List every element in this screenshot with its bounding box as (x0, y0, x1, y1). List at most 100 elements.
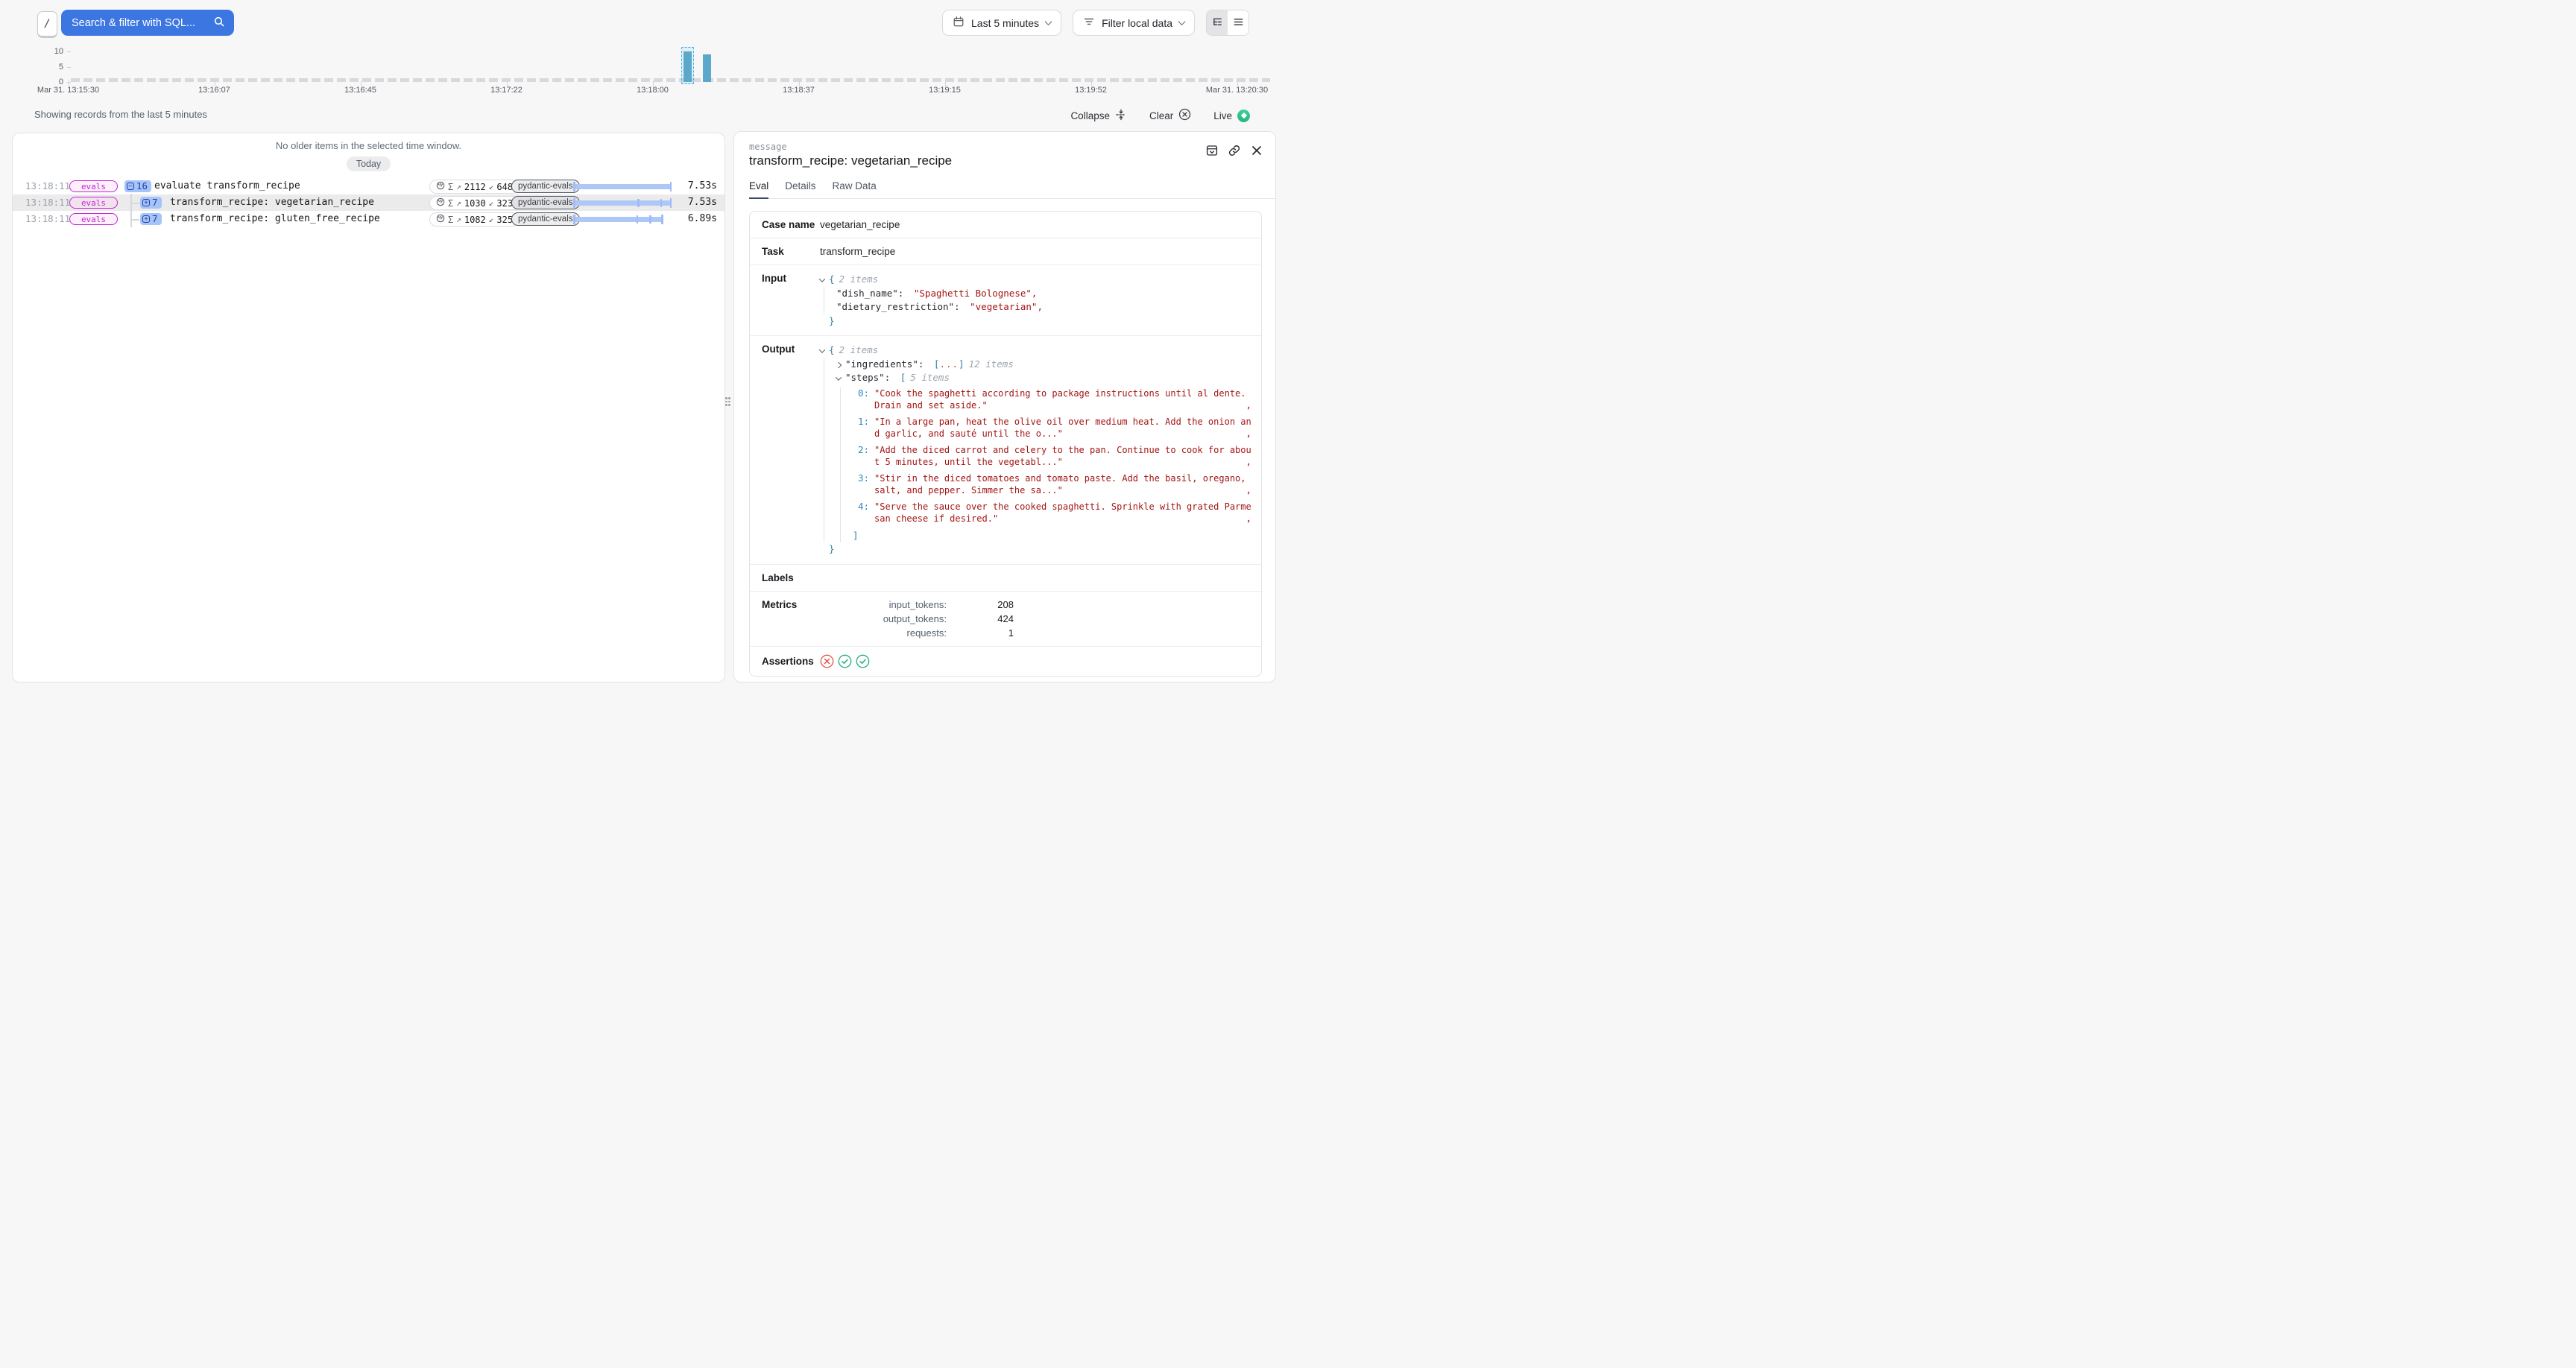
assertion-pass-icon[interactable] (838, 654, 852, 668)
search-button[interactable]: Search & filter with SQL... (61, 10, 234, 36)
detail-panel: message transform_recipe: vegetarian_rec… (733, 131, 1276, 683)
x-axis-tick-label: 13:18:37 (783, 86, 815, 95)
row-timestamp: 13:18:11 (25, 197, 70, 208)
copy-link-icon[interactable] (1228, 144, 1241, 157)
trace-row[interactable]: 13:18:11 evals +7 transform_recipe: glut… (13, 211, 724, 227)
json-array-item: 3Stir in the diced tomatoes and tomato p… (853, 472, 1251, 496)
tab-eval[interactable]: Eval (749, 180, 768, 199)
live-indicator-icon (1237, 110, 1250, 122)
span-count-collapse-badge[interactable]: −16 (124, 180, 151, 192)
x-axis-tick-label: 13:16:07 (198, 86, 230, 95)
tree-connector-line (130, 203, 139, 204)
output-label: Output (762, 343, 820, 355)
trace-row[interactable]: 13:18:11 evals +7 transform_recipe: vege… (13, 194, 724, 211)
panel-resize-handle[interactable] (724, 393, 731, 410)
live-toggle-button[interactable]: Live (1213, 110, 1250, 122)
json-key: dietary_restriction (836, 301, 954, 312)
cost-coin-icon (436, 214, 445, 225)
assertion-fail-icon[interactable] (820, 654, 834, 668)
view-toggle (1206, 10, 1249, 36)
y-axis-tick-label: 10 (41, 47, 63, 56)
output-tokens: 648 (496, 182, 513, 192)
package-tag[interactable]: pydantic-evals (511, 196, 580, 209)
collapse-chevron-icon[interactable] (836, 371, 845, 385)
collapse-chevron-icon[interactable] (820, 273, 829, 287)
x-axis-tick-label: 13:16:45 (344, 86, 376, 95)
token-usage-pill[interactable]: Σ ↗1082 ↙325 (429, 212, 520, 227)
json-array-item: 0Cook the spaghetti according to package… (853, 387, 1251, 411)
detail-tabs: Eval Details Raw Data (749, 180, 1275, 199)
clear-button[interactable]: Clear (1149, 108, 1191, 123)
chevron-down-icon (1178, 18, 1186, 25)
x-axis-tick-label: 13:18:00 (637, 86, 669, 95)
sigma-icon: Σ (448, 215, 453, 225)
time-range-label: Last 5 minutes (971, 17, 1039, 29)
eval-detail-card: Case name vegetarian_recipe Task transfo… (749, 211, 1262, 677)
timeline-chart: 0510Mar 31. 13:15:3013:16:0713:16:4513:1… (0, 43, 1288, 101)
topbar-right: Last 5 minutes Filter local data (942, 10, 1249, 36)
duration-bar (573, 178, 672, 194)
date-separator-pill: Today (347, 156, 391, 171)
metrics-label: Metrics (762, 599, 820, 610)
output-tokens-arrow-icon: ↙ (489, 182, 494, 191)
x-axis-tick-label: 13:19:15 (929, 86, 961, 95)
case-name-label: Case name (762, 219, 820, 230)
collapse-button[interactable]: Collapse (1070, 109, 1127, 123)
metrics-table: input_tokens:208 output_tokens:424 reque… (820, 599, 1014, 639)
histogram-bar[interactable] (703, 54, 711, 82)
clear-icon (1178, 108, 1191, 123)
histogram-bar[interactable] (684, 51, 692, 82)
output-tokens: 323 (496, 198, 513, 209)
output-tokens-arrow-icon: ↙ (489, 215, 494, 224)
package-tag[interactable]: pydantic-evals (511, 180, 580, 193)
y-axis-tick-label: 5 (41, 63, 63, 72)
collapse-chevron-icon[interactable] (820, 343, 829, 358)
list-view-toggle-button[interactable] (1228, 10, 1248, 35)
duration-bar (573, 194, 672, 211)
filter-label: Filter local data (1102, 17, 1172, 29)
tab-details[interactable]: Details (785, 180, 815, 199)
json-array-item: 2Add the diced carrot and celery to the … (853, 444, 1251, 468)
span-count-expand-badge[interactable]: +7 (140, 197, 162, 209)
token-usage-pill[interactable]: Σ ↗1030 ↙323 (429, 196, 520, 210)
search-icon (213, 16, 225, 31)
trace-rows: 13:18:11 evals −16 evaluate transform_re… (13, 178, 724, 227)
cost-coin-icon (436, 197, 445, 209)
trace-row[interactable]: 13:18:11 evals −16 evaluate transform_re… (13, 178, 724, 194)
package-tag[interactable]: pydantic-evals (511, 212, 580, 226)
span-count-expand-badge[interactable]: +7 (140, 213, 162, 225)
row-evals-tag[interactable]: evals (69, 197, 118, 209)
time-range-button[interactable]: Last 5 minutes (942, 10, 1061, 36)
input-tokens: 2112 (464, 182, 486, 192)
expand-box-icon: + (142, 215, 150, 223)
input-label: Input (762, 273, 820, 284)
cost-coin-icon (436, 181, 445, 192)
row-evals-tag[interactable]: evals (69, 213, 118, 225)
output-tokens: 325 (496, 215, 513, 225)
list-view-icon (1233, 16, 1244, 30)
close-icon[interactable] (1250, 144, 1263, 157)
expand-chevron-icon[interactable] (836, 358, 845, 372)
task-label: Task (762, 246, 820, 257)
row-timestamp: 13:18:11 (25, 213, 70, 224)
filter-local-data-button[interactable]: Filter local data (1073, 10, 1195, 36)
assertions-label: Assertions (762, 656, 820, 667)
json-array-item: 4Serve the sauce over the cooked spaghet… (853, 501, 1251, 525)
collapse-icon (1115, 109, 1127, 123)
span-name: transform_recipe: vegetarian_recipe (170, 197, 374, 208)
assertions-icons (820, 654, 870, 668)
tree-connector-line (130, 219, 139, 221)
record-kind-label: message (749, 142, 1275, 152)
json-key: steps (845, 372, 885, 383)
assertion-pass-icon[interactable] (856, 654, 870, 668)
metric-row: requests:1 (820, 627, 1014, 639)
tab-raw-data[interactable]: Raw Data (833, 180, 877, 199)
row-evals-tag[interactable]: evals (69, 180, 118, 192)
tree-view-icon (1212, 16, 1223, 30)
dock-panel-icon[interactable] (1205, 144, 1219, 157)
tree-view-toggle-button[interactable] (1207, 10, 1228, 35)
output-json-viewer: {2 items ingredients: [...]12 items step… (820, 343, 1251, 557)
token-usage-pill[interactable]: Σ ↗2112 ↙648 (429, 180, 520, 194)
json-key: dish_name (836, 288, 898, 299)
sigma-icon: Σ (448, 182, 453, 192)
